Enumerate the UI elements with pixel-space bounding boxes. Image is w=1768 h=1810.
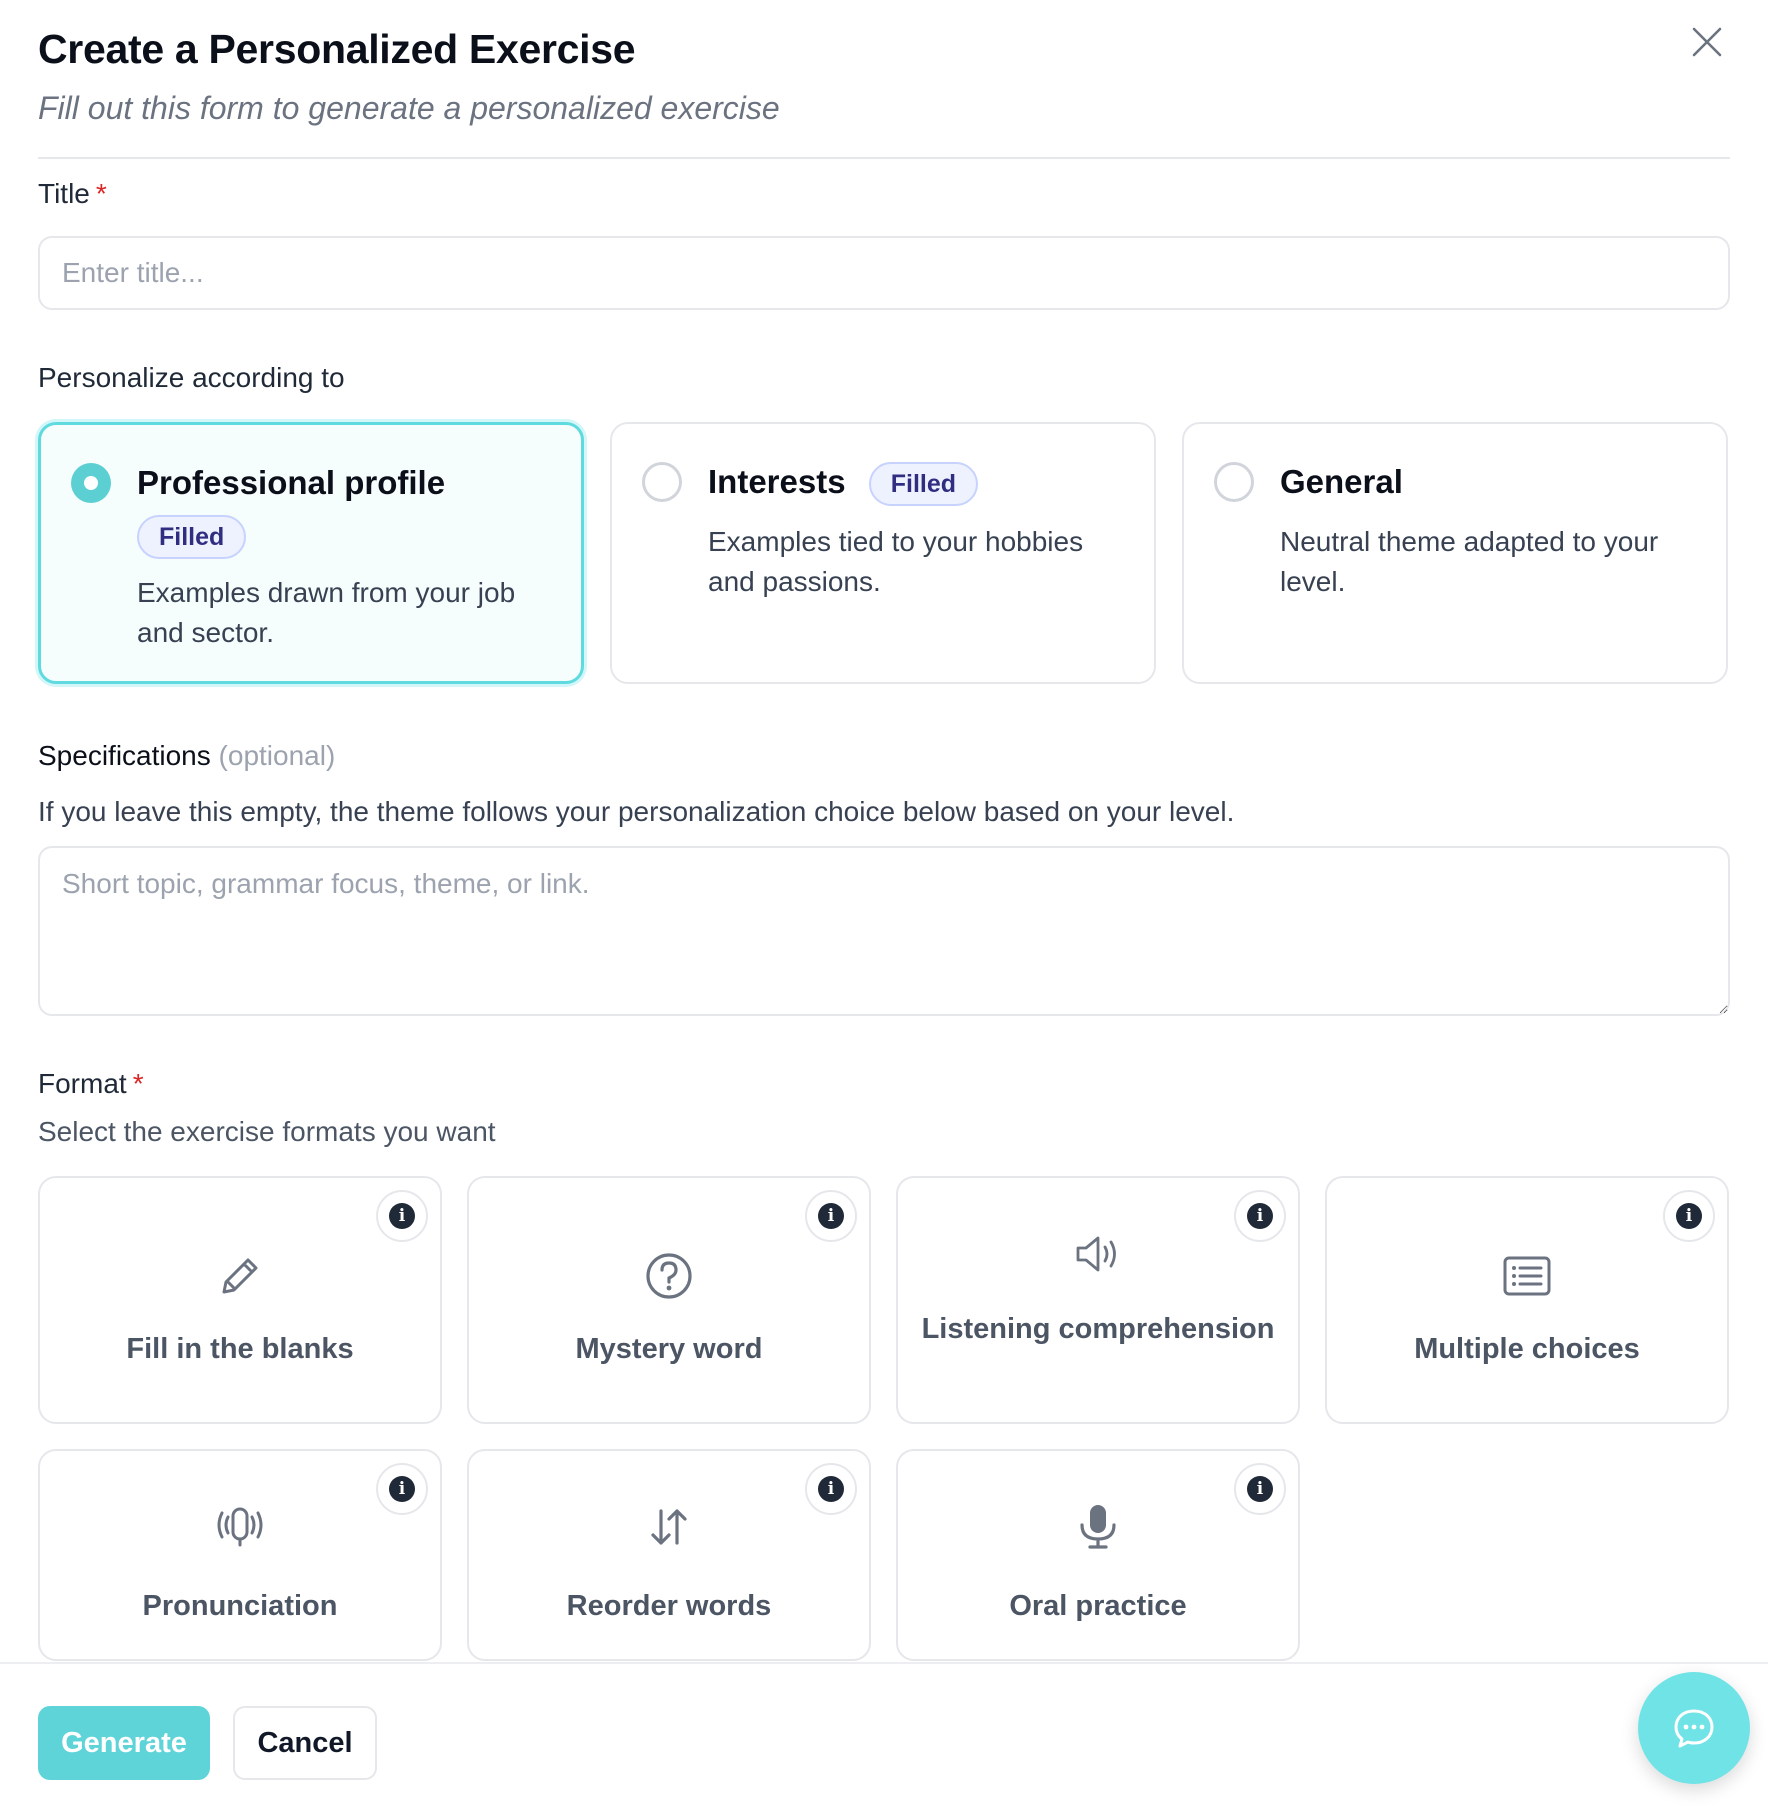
format-label: Pronunciation [142,1590,338,1622]
format-label: Multiple choices [1414,1333,1640,1365]
info-icon[interactable]: i [1663,1190,1715,1242]
option-description: Examples drawn from your job and sector. [137,577,516,648]
dialog-header: Create a Personalized Exercise Fill out … [38,24,1730,128]
title-label: Title * [38,176,107,212]
chat-icon[interactable] [1638,1672,1750,1784]
specifications-label: Specifications (optional) [38,738,335,774]
format-help: Select the exercise formats you want [38,1116,496,1147]
personalize-label: Personalize according to [38,362,345,393]
option-title: General [1280,463,1403,500]
dialog-subtitle: Fill out this form to generate a persona… [38,90,780,126]
info-icon[interactable]: i [805,1190,857,1242]
radio-unselected[interactable] [642,462,682,502]
format-pronunciation[interactable]: i Pronunciation [38,1449,442,1661]
optional-hint: (optional) [218,740,336,771]
filled-badge: Filled [137,515,247,559]
personalize-options: Professional profile Filled Examples dra… [38,422,1730,684]
format-label: Mystery word [575,1333,763,1365]
radio-unselected[interactable] [1214,462,1254,502]
microphone-icon [1072,1501,1124,1553]
format-label: Reorder words [566,1590,772,1622]
option-title-text: Interests [708,463,846,500]
sound-waves-icon [214,1501,266,1553]
pencil-icon [214,1250,266,1302]
format-label: Format * [38,1066,144,1102]
cancel-button[interactable]: Cancel [233,1706,377,1780]
radio-selected[interactable] [71,463,111,503]
header-divider [38,157,1730,159]
required-mark: * [95,178,107,209]
format-oral-practice[interactable]: i Oral practice [896,1449,1300,1661]
format-listening-comprehension[interactable]: i Listening comprehension [896,1176,1300,1424]
exercise-dialog: Create a Personalized Exercise Fill out … [0,0,1768,1810]
filled-badge: Filled [868,462,979,507]
personalize-option-interests[interactable]: Interests Filled Examples tied to your h… [610,422,1156,684]
format-mystery-word[interactable]: i Mystery word [467,1176,871,1424]
format-label: Oral practice [1009,1590,1187,1622]
speaker-icon [1072,1228,1124,1280]
format-label: Listening comprehension [921,1313,1275,1345]
info-icon[interactable]: i [805,1463,857,1515]
specifications-help: If you leave this empty, the theme follo… [38,796,1235,827]
format-reorder-words[interactable]: i Reorder words [467,1449,871,1661]
option-description: Neutral theme adapted to your level. [1280,526,1659,597]
swap-vertical-icon [643,1501,695,1553]
format-multiple-choices[interactable]: i Multiple choices [1325,1176,1729,1424]
option-title: Professional profile [137,464,446,501]
info-icon[interactable]: i [376,1190,428,1242]
title-input[interactable] [38,236,1730,310]
info-icon[interactable]: i [376,1463,428,1515]
personalize-option-professional[interactable]: Professional profile Filled Examples dra… [38,422,584,684]
required-mark: * [132,1068,144,1099]
generate-button[interactable]: Generate [38,1706,210,1780]
question-circle-icon [643,1250,695,1302]
close-icon[interactable] [1685,20,1729,64]
specifications-textarea[interactable] [38,846,1730,1016]
specifications-label-text: Specifications [38,740,211,771]
list-icon [1501,1250,1553,1302]
info-icon[interactable]: i [1234,1190,1286,1242]
option-title: Interests Filled [708,460,979,507]
dialog-title: Create a Personalized Exercise [38,26,636,72]
title-label-text: Title [38,178,90,209]
format-fill-in-the-blanks[interactable]: i Fill in the blanks [38,1176,442,1424]
option-description: Examples tied to your hobbies and passio… [708,526,1084,597]
personalize-option-general[interactable]: General Neutral theme adapted to your le… [1182,422,1728,684]
dialog-footer: Generate Cancel [0,1662,1768,1810]
format-label-text: Format [38,1068,127,1099]
info-icon[interactable]: i [1234,1463,1286,1515]
format-label: Fill in the blanks [126,1333,354,1365]
